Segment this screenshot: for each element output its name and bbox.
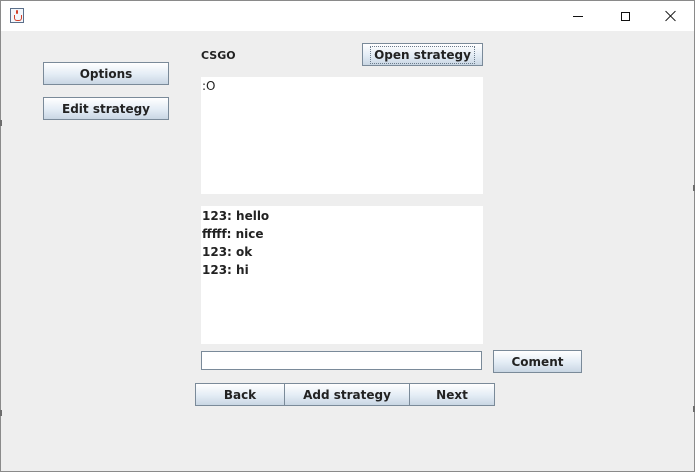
minimize-button[interactable] [555, 1, 601, 31]
maximize-icon [620, 11, 630, 21]
title-bar[interactable] [1, 1, 694, 31]
close-button[interactable] [648, 1, 694, 31]
app-window: Options Edit strategy CSGO Open strategy… [0, 0, 695, 472]
comment-item: 123: ok [202, 245, 253, 259]
next-button-label: Next [436, 387, 468, 402]
edit-strategy-button-label: Edit strategy [62, 101, 150, 116]
strategy-description-area[interactable]: :O [201, 77, 483, 194]
back-button[interactable]: Back [195, 383, 285, 406]
comment-item: 123: hi [202, 263, 249, 277]
next-button[interactable]: Next [409, 383, 495, 406]
options-button[interactable]: Options [43, 62, 169, 85]
comment-button[interactable]: Coment [493, 350, 582, 373]
comment-button-label: Coment [511, 354, 564, 369]
comment-item: fffff: nice [202, 227, 264, 241]
window-edge-mark [0, 120, 2, 126]
edit-strategy-button[interactable]: Edit strategy [43, 97, 169, 120]
options-button-label: Options [79, 66, 133, 81]
add-strategy-button[interactable]: Add strategy [284, 383, 410, 406]
add-strategy-button-label: Add strategy [303, 387, 391, 402]
comments-area[interactable]: 123: hello fffff: nice 123: ok 123: hi [201, 206, 483, 344]
open-strategy-button-label: Open strategy [370, 45, 475, 64]
java-cup-icon [10, 8, 24, 23]
maximize-button[interactable] [602, 1, 648, 31]
back-button-label: Back [223, 387, 257, 402]
game-name-label: CSGO [201, 49, 236, 62]
strategy-description-text: :O [202, 79, 216, 93]
window-edge-mark [0, 410, 2, 416]
open-strategy-button[interactable]: Open strategy [362, 43, 483, 66]
minimize-icon [573, 15, 583, 17]
close-icon [665, 10, 677, 22]
comment-item: 123: hello [202, 209, 270, 223]
comment-input[interactable] [201, 351, 482, 370]
